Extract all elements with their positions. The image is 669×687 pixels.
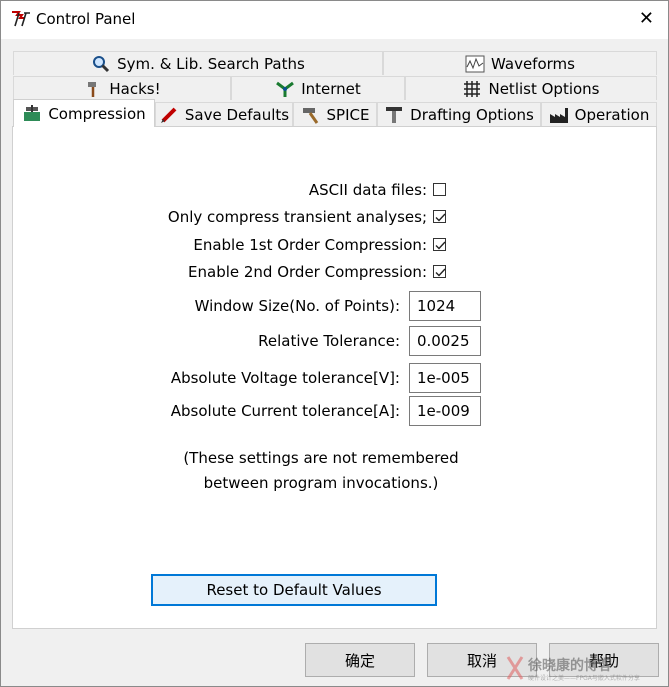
ascii-checkbox[interactable] [433,183,446,196]
relative-tolerance-field[interactable]: 0.0025 [409,326,481,356]
tab-netlist-options[interactable]: Netlist Options [405,76,657,100]
tab-label: Operation [574,105,650,124]
axe-icon [83,80,103,98]
control-panel-window: Control Panel ✕ Sym. & Lib. Search Paths… [0,0,669,687]
tab-internet[interactable]: Internet [231,76,405,100]
ascii-label: ASCII data files: [308,181,427,199]
pen-icon [159,106,179,124]
netlist-grid-icon [462,80,482,98]
second-order-checkbox[interactable] [433,265,446,278]
abs-voltage-tolerance-label: Absolute Voltage tolerance[V]: [170,369,400,387]
tab-label: Hacks! [109,79,161,98]
first-order-checkbox[interactable] [433,238,446,251]
waveform-icon [465,55,485,73]
tab-label: SPICE [326,105,370,124]
compression-clamp-icon [22,104,42,123]
ok-button[interactable]: 确定 [305,643,415,677]
only-transient-label: Only compress transient analyses; [167,208,427,226]
window-title: Control Panel [36,10,136,28]
tab-search-paths[interactable]: Sym. & Lib. Search Paths [13,51,383,75]
settings-note-line1: (These settings are not remembered [183,449,459,467]
tab-save-defaults[interactable]: Save Defaults [155,102,293,126]
tab-label: Waveforms [491,54,575,73]
tab-drafting-options[interactable]: Drafting Options [377,102,541,126]
reset-defaults-button[interactable]: Reset to Default Values [151,574,437,606]
settings-note-line2: between program invocations.) [203,474,439,492]
tab-label: Drafting Options [410,105,534,124]
abs-current-tolerance-label: Absolute Current tolerance[A]: [170,402,400,420]
blog-watermark: 徐晓康的博客 硬件设计之美——FPGA与嵌入式软件分享 [504,653,664,683]
svg-text:硬件设计之美——FPGA与嵌入式软件分享: 硬件设计之美——FPGA与嵌入式软件分享 [528,674,640,682]
tab-waveforms[interactable]: Waveforms [383,51,657,75]
tab-operation[interactable]: Operation [541,102,657,126]
window-size-label: Window Size(No. of Points): [194,297,400,315]
magnifier-icon [91,55,111,73]
tab-label: Sym. & Lib. Search Paths [117,54,305,73]
network-icon [275,80,295,98]
tab-label: Netlist Options [488,79,600,98]
hammer-icon [301,106,321,124]
first-order-label: Enable 1st Order Compression: [193,236,427,254]
factory-icon [549,106,569,124]
t-square-icon [384,106,404,124]
close-icon[interactable]: ✕ [639,9,654,29]
tab-label: Internet [301,79,361,98]
tab-label: Save Defaults [184,105,290,124]
abs-current-tolerance-field[interactable]: 1e-009 [409,396,481,426]
second-order-label: Enable 2nd Order Compression: [188,263,427,281]
ltspice-app-icon [11,10,31,28]
tab-compression[interactable]: Compression [13,99,155,127]
abs-voltage-tolerance-field[interactable]: 1e-005 [409,363,481,393]
relative-tolerance-label: Relative Tolerance: [258,332,400,350]
tab-spice[interactable]: SPICE [293,102,377,126]
window-size-field[interactable]: 1024 [409,291,481,321]
tab-hacks[interactable]: Hacks! [13,76,231,100]
svg-text:徐晓康的博客: 徐晓康的博客 [527,657,613,674]
title-bar: Control Panel ✕ [1,1,668,39]
only-transient-checkbox[interactable] [433,210,446,223]
tab-label: Compression [48,104,146,123]
